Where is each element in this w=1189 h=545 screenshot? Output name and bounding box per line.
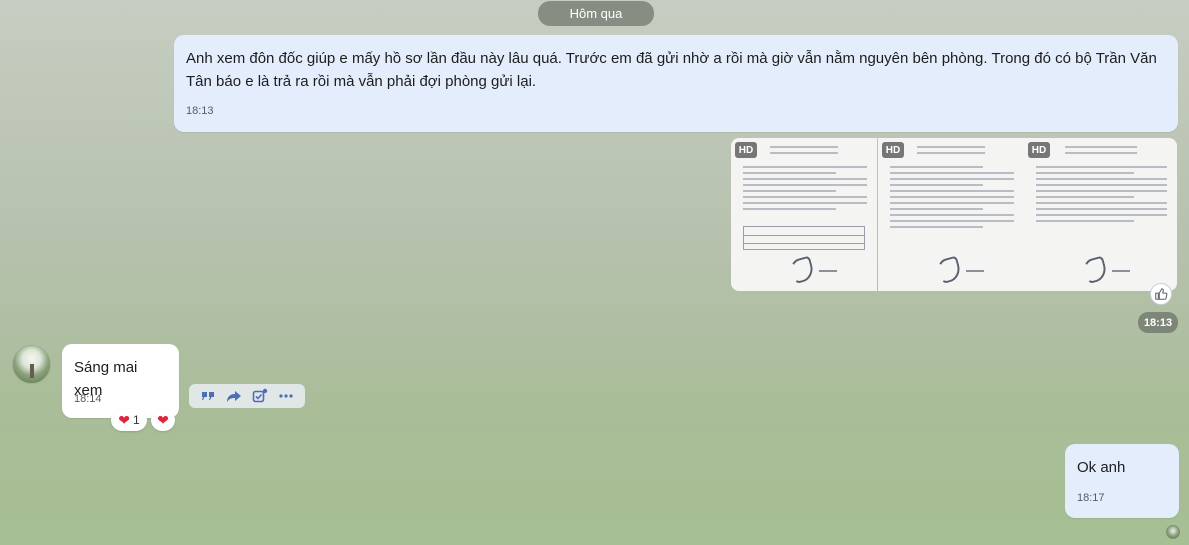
document-text-lines bbox=[890, 146, 1014, 232]
signature-mark bbox=[788, 255, 816, 285]
reaction-count: 1 bbox=[133, 413, 140, 427]
message-bubble-outgoing[interactable]: Anh xem đôn đốc giúp e mấy hồ sơ lần đầu… bbox=[174, 35, 1178, 132]
more-icon bbox=[279, 394, 293, 398]
quote-reply-button[interactable] bbox=[197, 385, 219, 407]
quote-icon bbox=[202, 392, 214, 400]
message-bubble-outgoing[interactable]: Ok anh 18:17 bbox=[1065, 444, 1179, 518]
document-text-lines bbox=[1036, 146, 1167, 226]
message-text: Ok anh bbox=[1077, 459, 1126, 476]
document-image[interactable]: HD bbox=[731, 138, 877, 291]
document-text-lines bbox=[743, 146, 867, 214]
message-time: 18:17 bbox=[1077, 492, 1105, 504]
document-table bbox=[743, 226, 865, 250]
message-time: 18:13 bbox=[186, 105, 214, 117]
message-bubble-incoming[interactable]: Sáng mai xem 18:14 bbox=[62, 344, 179, 418]
reaction-summary[interactable]: ❤ 1 bbox=[111, 409, 147, 431]
image-attachment-group[interactable]: HD HD HD bbox=[731, 138, 1177, 291]
avatar[interactable] bbox=[12, 345, 51, 384]
document-image[interactable]: HD bbox=[1024, 138, 1177, 291]
message-text: Anh xem đôn đốc giúp e mấy hồ sơ lần đầu… bbox=[186, 50, 1157, 90]
like-reaction-button[interactable] bbox=[1150, 283, 1172, 305]
forward-button[interactable] bbox=[223, 385, 245, 407]
thumbs-up-icon bbox=[1155, 288, 1168, 300]
document-image[interactable]: HD bbox=[878, 138, 1024, 291]
date-separator: Hôm qua bbox=[538, 1, 654, 26]
checkbox-icon bbox=[252, 388, 268, 403]
heart-icon: ❤ bbox=[157, 412, 169, 428]
image-time-badge: 18:13 bbox=[1138, 312, 1178, 333]
message-time: 18:14 bbox=[74, 393, 102, 405]
add-task-button[interactable] bbox=[249, 385, 271, 407]
signature-mark bbox=[935, 255, 963, 285]
add-reaction-button[interactable]: ❤ bbox=[151, 409, 175, 431]
forward-icon bbox=[227, 391, 241, 402]
signature-mark bbox=[1081, 255, 1109, 285]
heart-icon: ❤ bbox=[118, 412, 131, 428]
message-action-bar bbox=[189, 384, 305, 408]
seen-avatar bbox=[1166, 525, 1180, 539]
more-options-button[interactable] bbox=[275, 385, 297, 407]
